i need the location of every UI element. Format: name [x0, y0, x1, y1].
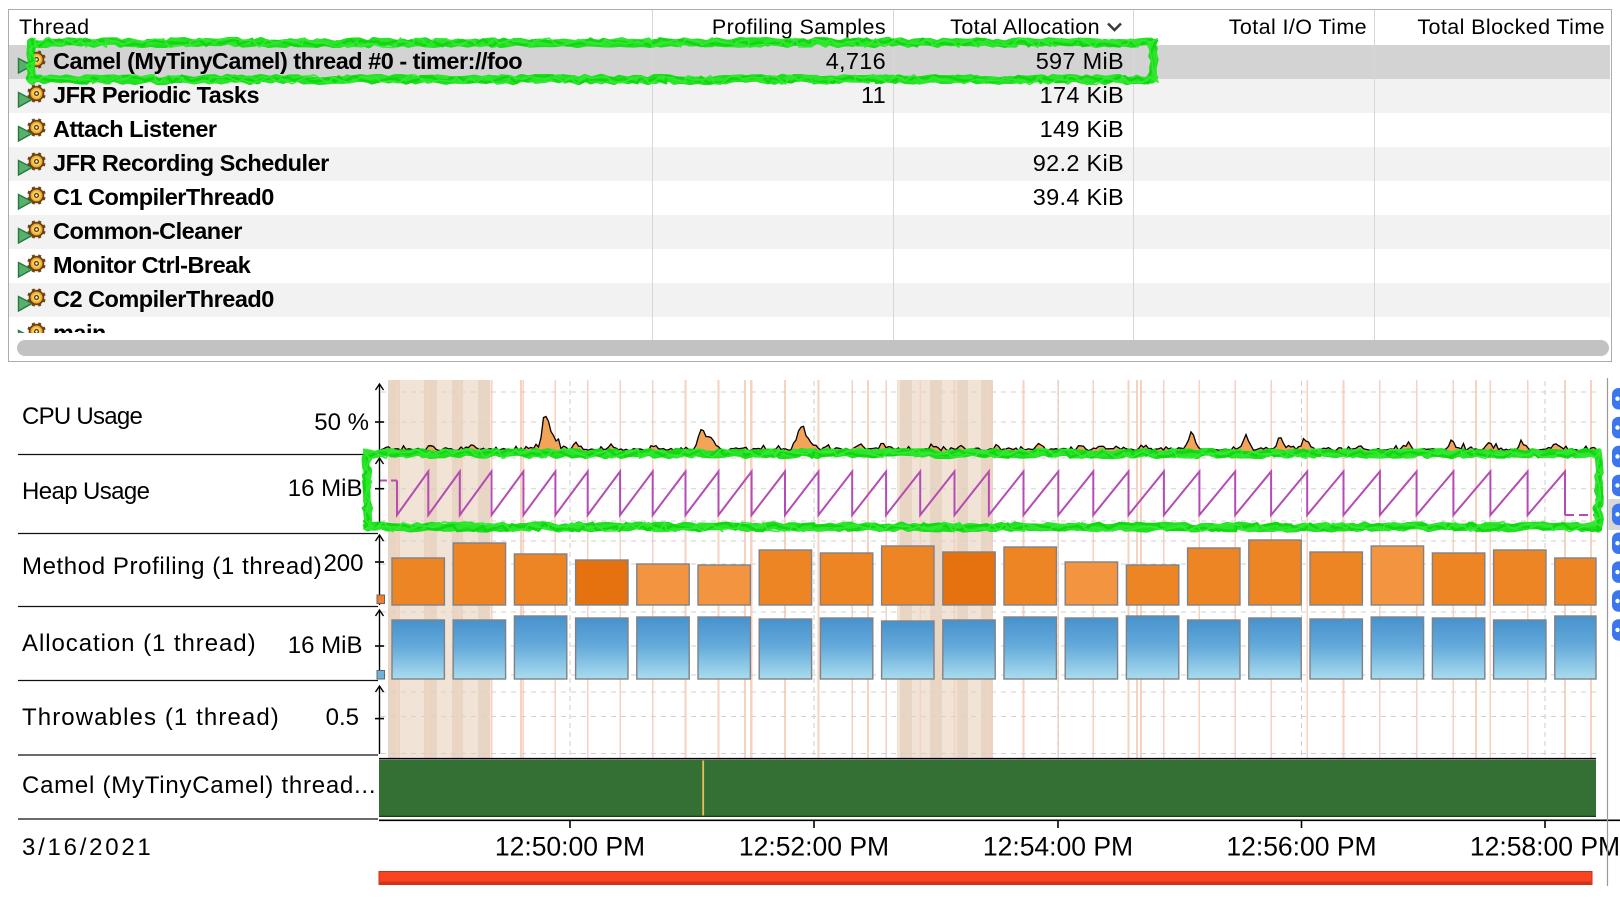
svg-text:12:50:00 PM: 12:50:00 PM: [495, 832, 645, 862]
svg-text:12:52:00 PM: 12:52:00 PM: [739, 832, 889, 862]
svg-text:12:56:00 PM: 12:56:00 PM: [1226, 832, 1376, 862]
svg-text:12:54:00 PM: 12:54:00 PM: [983, 832, 1133, 862]
svg-text:12:58:00 PM: 12:58:00 PM: [1470, 832, 1620, 862]
